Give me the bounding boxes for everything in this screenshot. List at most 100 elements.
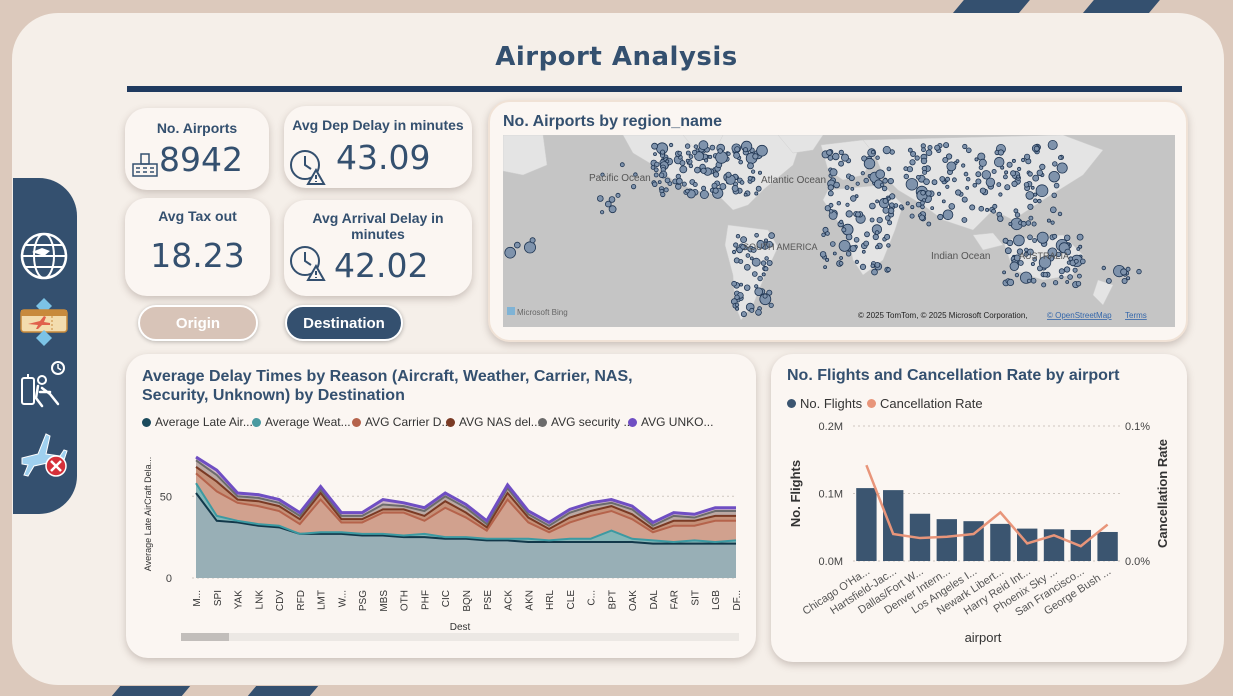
airport-marker[interactable]	[1025, 191, 1035, 200]
airport-marker[interactable]	[845, 251, 852, 257]
airport-marker[interactable]	[886, 243, 891, 248]
airport-marker[interactable]	[931, 179, 938, 186]
airport-marker[interactable]	[998, 192, 1003, 197]
airport-marker[interactable]	[734, 146, 741, 153]
airport-marker[interactable]	[961, 196, 968, 203]
airport-marker[interactable]	[882, 146, 891, 155]
airport-marker[interactable]	[1077, 273, 1082, 279]
airport-marker[interactable]	[743, 284, 751, 291]
airport-marker[interactable]	[1051, 192, 1057, 198]
airport-marker[interactable]	[653, 167, 659, 173]
airport-marker[interactable]	[941, 199, 946, 204]
airport-marker[interactable]	[1009, 261, 1020, 272]
airport-marker[interactable]	[939, 176, 946, 182]
airport-marker[interactable]	[749, 256, 754, 261]
airport-marker[interactable]	[1030, 262, 1035, 267]
airport-marker[interactable]	[841, 227, 847, 233]
airport-marker[interactable]	[1002, 174, 1008, 180]
airport-marker[interactable]	[828, 202, 834, 208]
airport-marker[interactable]	[921, 147, 926, 153]
airport-marker[interactable]	[1014, 212, 1021, 218]
airport-marker[interactable]	[725, 171, 732, 178]
airport-marker[interactable]	[963, 171, 969, 177]
airport-marker[interactable]	[754, 287, 764, 297]
airport-marker[interactable]	[504, 246, 516, 259]
airport-marker[interactable]	[845, 233, 853, 241]
airport-marker[interactable]	[1036, 231, 1049, 244]
airport-marker[interactable]	[850, 187, 855, 191]
airport-marker[interactable]	[961, 217, 968, 223]
airport-marker[interactable]	[985, 177, 996, 188]
airport-marker[interactable]	[845, 202, 850, 207]
airport-marker[interactable]	[1042, 272, 1048, 278]
airport-marker[interactable]	[870, 263, 875, 268]
airport-marker[interactable]	[914, 155, 920, 161]
airport-marker[interactable]	[893, 203, 899, 208]
airport-marker[interactable]	[745, 253, 751, 258]
airport-marker[interactable]	[1011, 158, 1016, 163]
airport-marker[interactable]	[1046, 218, 1051, 223]
airport-marker[interactable]	[930, 206, 935, 210]
airport-marker[interactable]	[962, 143, 968, 150]
airport-marker[interactable]	[827, 184, 834, 191]
airport-marker[interactable]	[679, 165, 688, 174]
airport-marker[interactable]	[685, 188, 690, 194]
airport-marker[interactable]	[849, 245, 857, 253]
airport-marker[interactable]	[882, 178, 888, 184]
airport-marker[interactable]	[653, 152, 657, 157]
airport-marker[interactable]	[1076, 247, 1081, 251]
airport-marker[interactable]	[863, 177, 869, 184]
airport-marker[interactable]	[869, 217, 875, 223]
airport-marker[interactable]	[965, 147, 972, 154]
airport-marker[interactable]	[1004, 170, 1009, 175]
airport-marker[interactable]	[529, 237, 536, 244]
boarding-pass-icon[interactable]	[18, 296, 70, 348]
airport-marker[interactable]	[712, 171, 720, 178]
airport-marker[interactable]	[898, 204, 904, 209]
airport-marker[interactable]	[1052, 233, 1058, 239]
airport-marker[interactable]	[1068, 256, 1073, 261]
airport-marker[interactable]	[874, 245, 880, 250]
airport-marker[interactable]	[657, 180, 662, 184]
airport-marker[interactable]	[681, 181, 687, 187]
airport-marker[interactable]	[709, 144, 716, 151]
airport-marker[interactable]	[755, 309, 762, 316]
airport-marker[interactable]	[966, 177, 971, 182]
airport-marker[interactable]	[1049, 206, 1057, 214]
airport-marker[interactable]	[768, 232, 775, 239]
airport-marker[interactable]	[871, 268, 878, 276]
airport-marker[interactable]	[1002, 270, 1007, 275]
airport-marker[interactable]	[1031, 221, 1037, 227]
airport-marker[interactable]	[1008, 222, 1013, 227]
airport-marker[interactable]	[1014, 273, 1020, 278]
airport-marker[interactable]	[876, 217, 883, 224]
airport-marker[interactable]	[1048, 171, 1060, 183]
airport-marker[interactable]	[997, 149, 1004, 156]
airport-marker[interactable]	[886, 166, 892, 172]
airport-marker[interactable]	[1101, 265, 1106, 271]
airport-marker[interactable]	[1059, 274, 1064, 280]
flight-cancel-icon[interactable]	[18, 428, 70, 480]
airport-marker[interactable]	[597, 195, 604, 202]
world-map[interactable]: Pacific Ocean Atlantic Ocean SOUTH AMERI…	[503, 135, 1175, 327]
airport-marker[interactable]	[972, 182, 978, 188]
airport-marker[interactable]	[732, 249, 737, 255]
airport-marker[interactable]	[1056, 162, 1068, 174]
airport-marker[interactable]	[1006, 278, 1015, 286]
airport-marker[interactable]	[605, 200, 612, 208]
airport-marker[interactable]	[1047, 140, 1058, 150]
airport-marker[interactable]	[961, 163, 966, 168]
airport-marker[interactable]	[920, 157, 928, 165]
airport-marker[interactable]	[685, 158, 690, 163]
airport-marker[interactable]	[844, 185, 850, 190]
airport-marker[interactable]	[881, 185, 888, 192]
legend-item[interactable]: AVG security ...	[538, 415, 633, 429]
airport-marker[interactable]	[997, 215, 1004, 222]
airport-marker[interactable]	[874, 230, 880, 235]
airport-marker[interactable]	[942, 209, 954, 221]
airport-marker[interactable]	[855, 211, 861, 218]
airport-marker[interactable]	[887, 220, 893, 226]
airport-marker[interactable]	[819, 251, 827, 258]
airport-marker[interactable]	[694, 166, 701, 174]
airport-marker[interactable]	[874, 261, 881, 268]
